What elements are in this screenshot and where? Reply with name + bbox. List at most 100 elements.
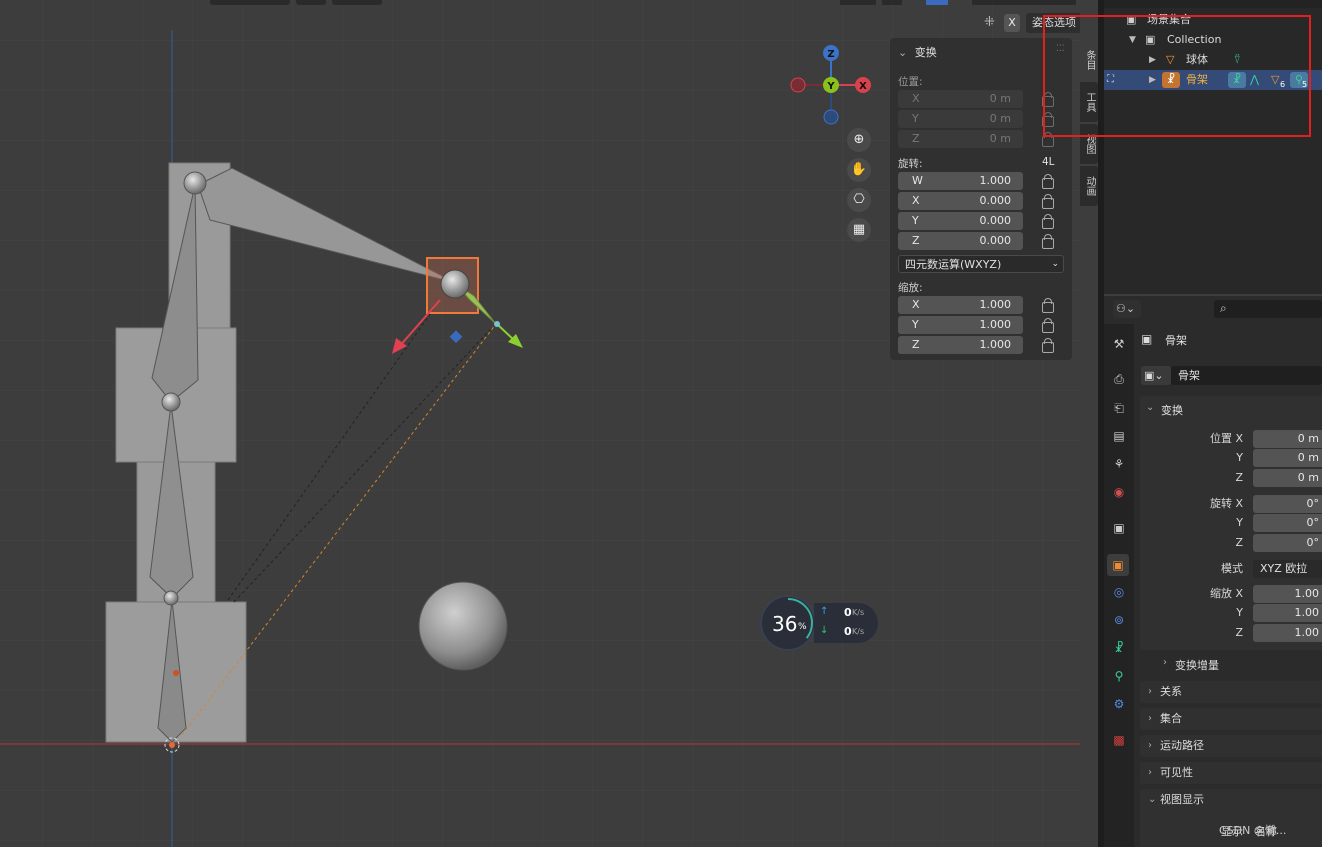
- view-layer-tab-icon[interactable]: ▤: [1111, 428, 1127, 444]
- section-label: 可见性: [1160, 766, 1193, 779]
- chevron-down-icon[interactable]: ⌄: [1146, 402, 1154, 413]
- prop-location-y[interactable]: 0 m: [1253, 449, 1322, 467]
- scene-tab-icon[interactable]: ⚘: [1111, 456, 1127, 472]
- texture-tab-icon[interactable]: ▩: [1111, 732, 1127, 748]
- lock-icon[interactable]: [1042, 338, 1054, 353]
- lock-icon[interactable]: [1042, 132, 1054, 147]
- tail-handle[interactable]: [494, 321, 500, 327]
- chevron-right-icon: ›: [1148, 740, 1152, 751]
- zoom-icon[interactable]: ⊕: [847, 128, 871, 152]
- prop-scale-x[interactable]: 1.00: [1253, 585, 1322, 603]
- physics-tab-icon[interactable]: ⊚: [1111, 612, 1127, 628]
- prop-scale-y[interactable]: 1.00: [1253, 604, 1322, 622]
- tool-tab-icon[interactable]: ⚒: [1111, 336, 1127, 352]
- lock-icon[interactable]: [1042, 174, 1054, 189]
- collection-tab-icon[interactable]: ▣: [1111, 520, 1127, 536]
- section-motion-paths[interactable]: › 运动路径: [1140, 735, 1322, 757]
- header-snap-fragment[interactable]: [332, 0, 382, 5]
- section-relations[interactable]: › 关系: [1140, 681, 1322, 703]
- download-unit: K/s: [852, 627, 865, 636]
- joint-head-1[interactable]: [183, 171, 207, 195]
- nav-negz-ball[interactable]: [823, 109, 839, 125]
- lock-icon[interactable]: [1042, 318, 1054, 333]
- lock-icon[interactable]: [1042, 234, 1054, 249]
- rotation-mode-label: 模式: [1221, 562, 1243, 575]
- location-y-field[interactable]: Y 0 m: [898, 110, 1023, 128]
- header-dropdown-fragment[interactable]: [210, 0, 290, 5]
- object-name-field[interactable]: 骨架: [1171, 366, 1322, 385]
- transform-affect-icon[interactable]: ⁜: [984, 15, 1000, 31]
- scale-y-label: Y: [1236, 606, 1243, 619]
- selected-joint[interactable]: [440, 269, 470, 299]
- section-collections[interactable]: › 集合: [1140, 708, 1322, 730]
- object-tab-icon[interactable]: ▣: [1107, 554, 1129, 576]
- render-tab-icon[interactable]: ⎙: [1111, 371, 1127, 387]
- joint-3[interactable]: [163, 590, 179, 606]
- rotation-x-field[interactable]: X 0.000: [898, 192, 1023, 210]
- joint-2[interactable]: [161, 392, 181, 412]
- transform-section-title[interactable]: 变换: [1161, 402, 1183, 418]
- header-xray-fragment[interactable]: [882, 0, 902, 5]
- armature-data-tab-icon[interactable]: ☧: [1111, 640, 1127, 656]
- prop-rotation-y[interactable]: 0°: [1253, 514, 1322, 532]
- net-panel: ↑ 0 K/s ↓ 0 K/s: [814, 603, 878, 643]
- prop-rotation-x[interactable]: 0°: [1253, 495, 1322, 513]
- lock-icon[interactable]: [1042, 214, 1054, 229]
- cpu-percent-unit: %: [798, 622, 807, 632]
- prop-location-z[interactable]: 0 m: [1253, 469, 1322, 487]
- scale-y-field[interactable]: Y 1.000: [898, 316, 1023, 334]
- tab-animation[interactable]: 动画: [1080, 166, 1098, 206]
- section-visibility[interactable]: › 可见性: [1140, 762, 1322, 784]
- lock-icon[interactable]: [1042, 194, 1054, 209]
- object-browse-dropdown[interactable]: ▣⌄: [1141, 366, 1171, 385]
- axis-label: X: [912, 92, 920, 105]
- header-pivot-fragment[interactable]: [296, 0, 326, 5]
- axis-label: X: [912, 298, 920, 311]
- scale-z-field[interactable]: Z 1.000: [898, 336, 1023, 354]
- prop-location-x[interactable]: 0 m: [1253, 430, 1322, 448]
- axis-label: Y: [912, 318, 919, 331]
- delta-transform-subpanel[interactable]: 变换增量: [1175, 657, 1219, 673]
- axis-label: Z: [912, 338, 920, 351]
- transform-panel-header[interactable]: ⌄ 变换: [898, 44, 937, 60]
- mirror-x-button[interactable]: X: [1004, 14, 1020, 32]
- nav-negx-ball[interactable]: [790, 77, 806, 93]
- field-value: 0 m: [989, 92, 1011, 105]
- location-z-label: Z: [1235, 471, 1243, 484]
- bone-constraint-tab-icon[interactable]: ⚙: [1111, 696, 1127, 712]
- rotation-y-field[interactable]: Y 0.000: [898, 212, 1023, 230]
- chevron-down-icon: ⌄: [898, 46, 908, 59]
- location-x-field[interactable]: X 0 m: [898, 90, 1023, 108]
- scale-x-field[interactable]: X 1.000: [898, 296, 1023, 314]
- sphere-mesh[interactable]: [418, 581, 508, 671]
- transform-panel-title: 变换: [914, 46, 937, 59]
- field-value: 1.000: [979, 298, 1012, 311]
- header-shading-fragment[interactable]: [972, 0, 1076, 5]
- header-solid-fragment[interactable]: [926, 0, 948, 5]
- properties-search-input[interactable]: ⌕: [1214, 300, 1322, 318]
- output-tab-icon[interactable]: ⎗: [1111, 400, 1127, 416]
- chevron-right-icon[interactable]: ›: [1163, 657, 1167, 668]
- upload-arrow-icon: ↑: [820, 606, 829, 617]
- watermark-text: CSDN @懒...: [1219, 824, 1287, 837]
- rotation-w-field[interactable]: W 1.000: [898, 172, 1023, 190]
- rotation-mode-dropdown[interactable]: XYZ 欧拉: [1253, 560, 1322, 578]
- prop-rotation-z[interactable]: 0°: [1253, 534, 1322, 552]
- object-icon: ▣: [1141, 332, 1153, 346]
- rotation-4l-toggle[interactable]: 4L: [1042, 156, 1055, 168]
- camera-icon[interactable]: ⎔: [847, 188, 871, 212]
- header-overlay-fragment[interactable]: [840, 0, 876, 5]
- grid-ortho-icon[interactable]: ▦: [847, 218, 871, 242]
- rotation-z-field[interactable]: Z 0.000: [898, 232, 1023, 250]
- lock-icon[interactable]: [1042, 298, 1054, 313]
- rotation-mode-select[interactable]: 四元数运算(WXYZ) ⌄: [898, 255, 1064, 273]
- world-tab-icon[interactable]: ◉: [1111, 484, 1127, 500]
- editor-type-dropdown[interactable]: ⚇⌄: [1113, 300, 1141, 318]
- bone-tab-icon[interactable]: ⚲: [1111, 668, 1127, 684]
- pan-hand-icon[interactable]: ✋: [847, 158, 871, 182]
- modifier-tab-icon[interactable]: ◎: [1111, 584, 1127, 600]
- prop-scale-z[interactable]: 1.00: [1253, 624, 1322, 642]
- location-z-field[interactable]: Z 0 m: [898, 130, 1023, 148]
- axis-label: Y: [912, 214, 919, 227]
- axis-label: Z: [912, 234, 920, 247]
